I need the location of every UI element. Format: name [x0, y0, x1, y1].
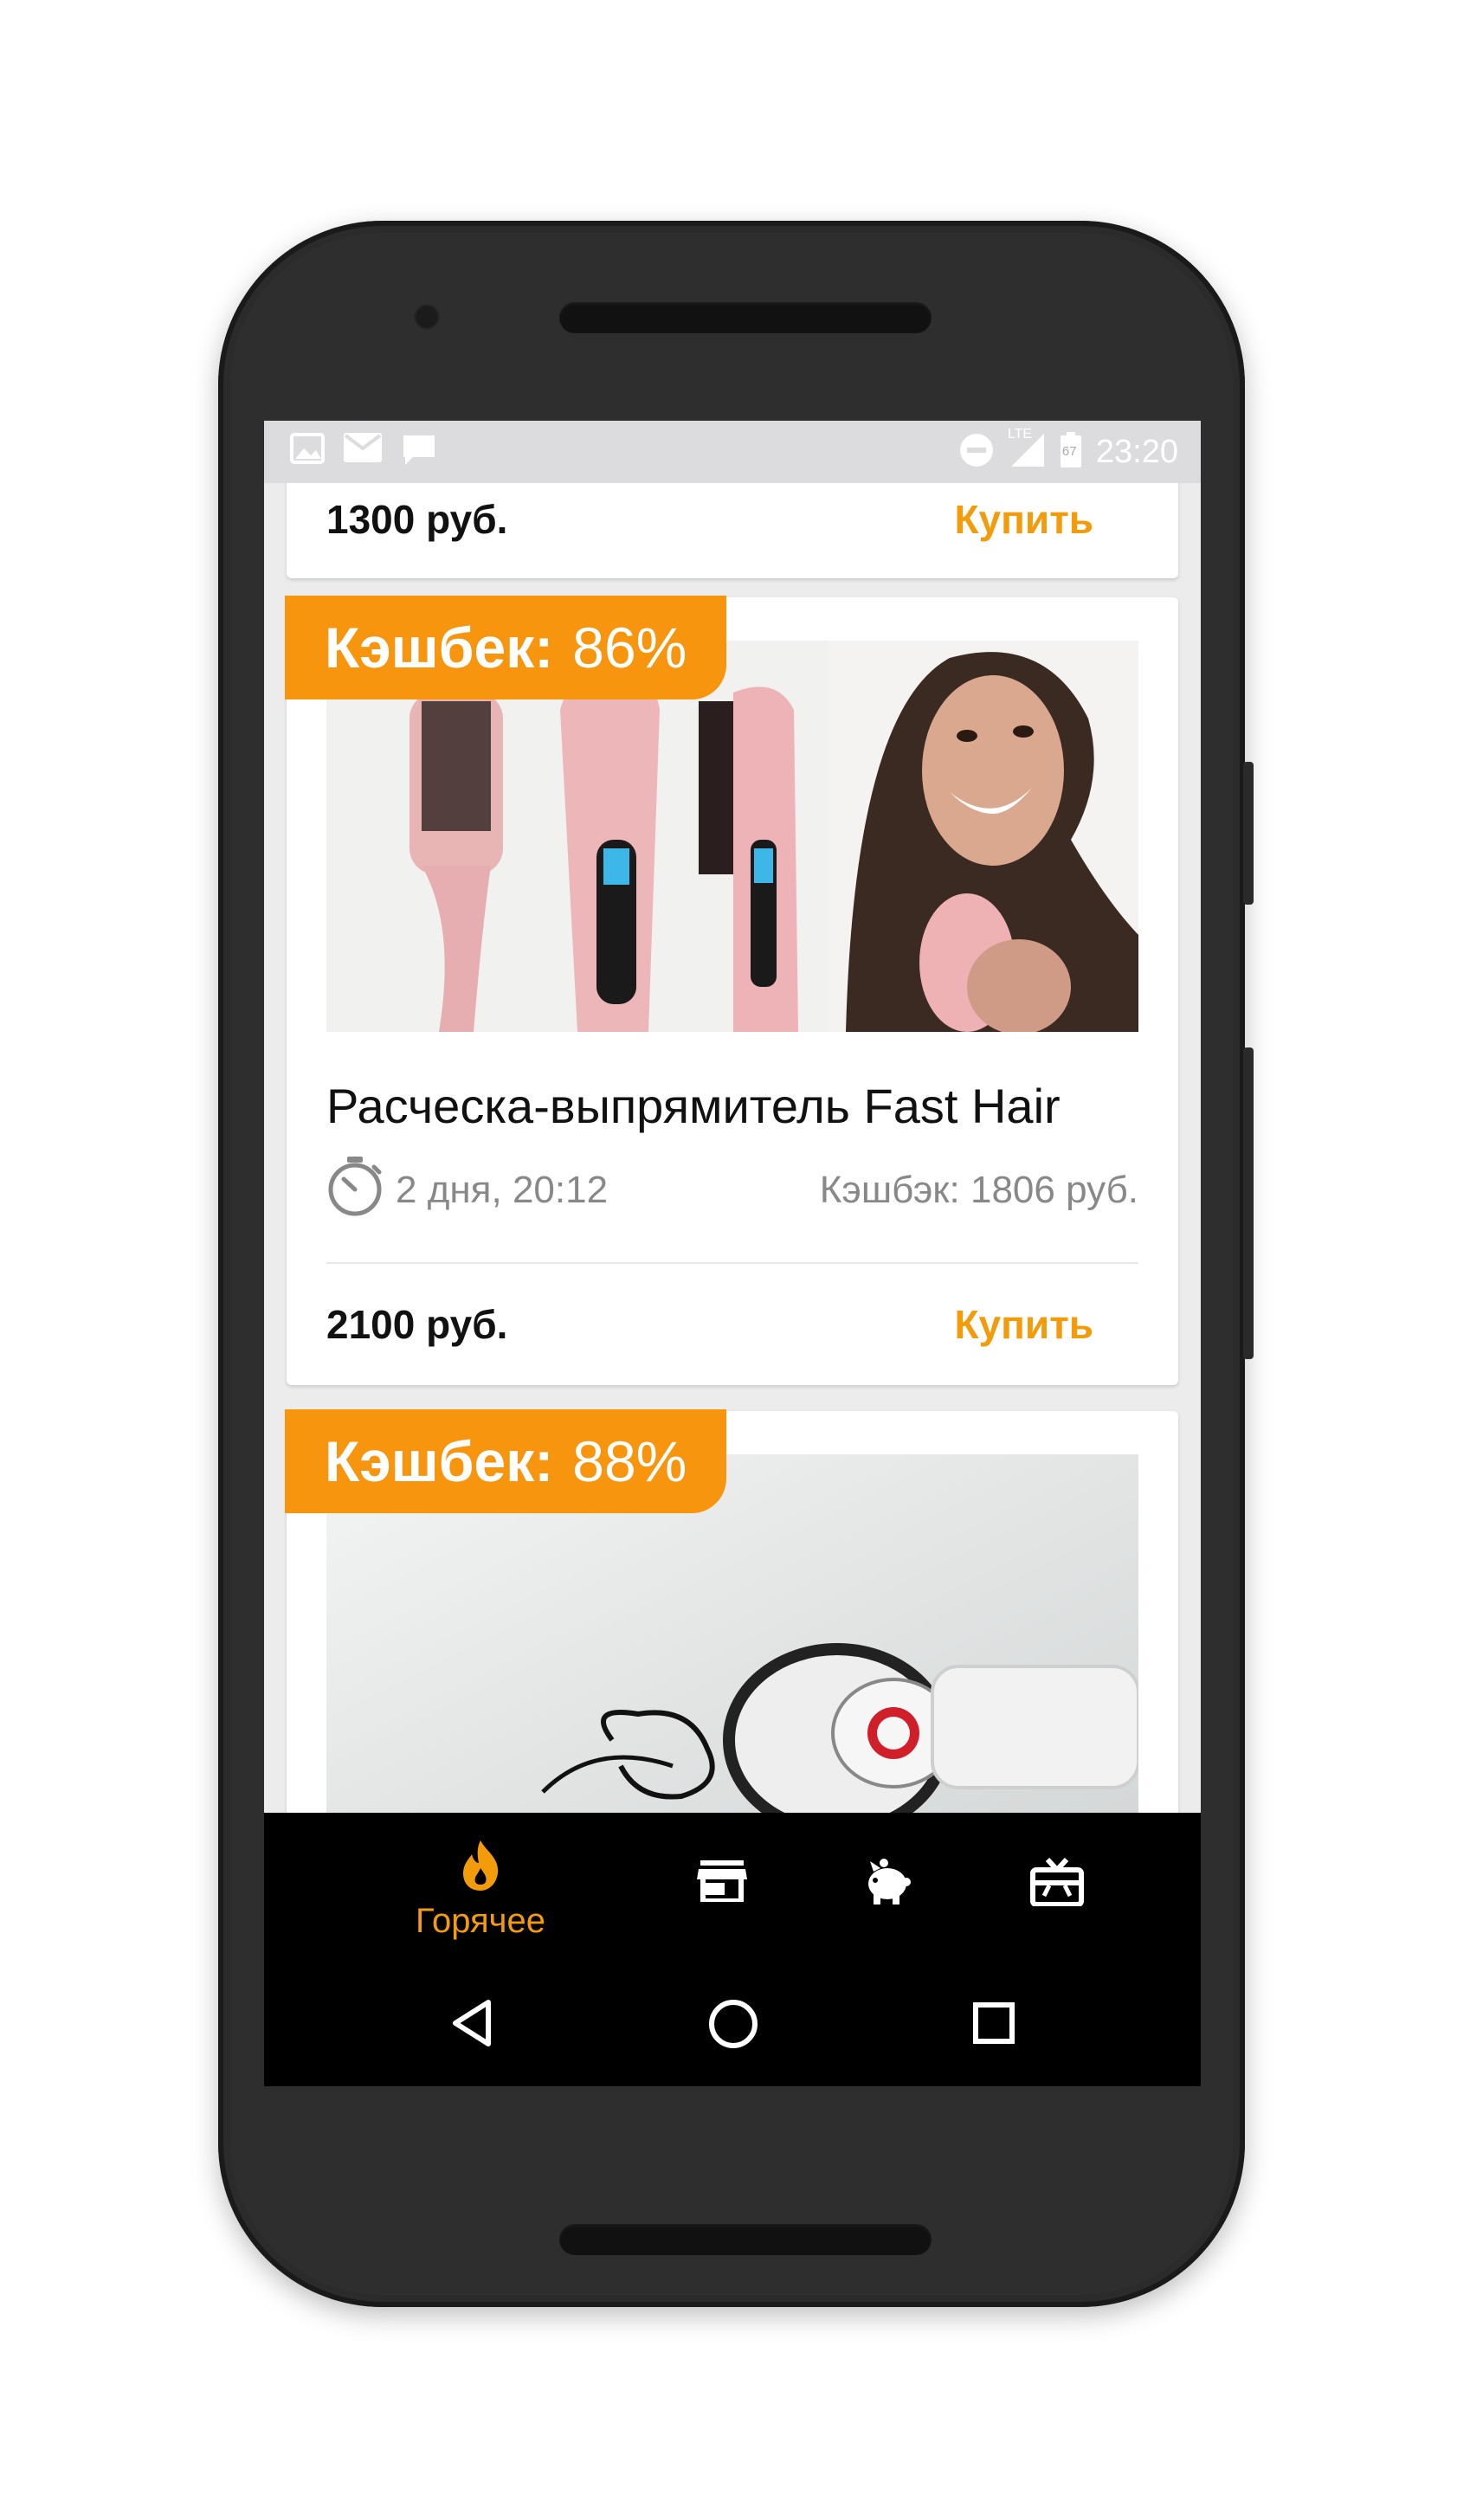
- do-not-disturb-icon: [959, 433, 994, 472]
- nav-item-savings[interactable]: [861, 1858, 912, 1911]
- cashback-badge: Кэшбек: 88%: [285, 1409, 727, 1513]
- offer-card: Кэшбек: 86% Расческа-выпрямитель Fast Ha…: [285, 596, 1178, 1385]
- cashback-percent: 86%: [572, 615, 687, 680]
- piggy-bank-icon: [861, 1858, 912, 1911]
- gift-card-icon: [1030, 1857, 1084, 1911]
- image-notification-icon: [290, 432, 325, 472]
- bottom-speaker: [559, 2224, 932, 2255]
- product-title[interactable]: Расческа-выпрямитель Fast Hair: [326, 1078, 1061, 1134]
- time-left: 2 дня, 20:12: [396, 1169, 609, 1211]
- volume-rocker: [1243, 1047, 1254, 1359]
- screen: LTE 67 23:20 1300 руб. Купить Кэшбек: 86…: [264, 421, 1201, 2086]
- network-type: LTE: [1007, 426, 1033, 441]
- signal-icon: LTE: [1008, 427, 1046, 473]
- battery-icon: 67: [1060, 431, 1082, 473]
- battery-level: 67: [1061, 443, 1077, 459]
- nav-item-hot[interactable]: Горячее: [403, 1839, 558, 1941]
- store-icon: [697, 1860, 747, 1908]
- home-button[interactable]: [708, 1999, 758, 2053]
- cashback-badge: Кэшбек: 86%: [285, 596, 727, 699]
- cashback-label: Кэшбек:: [325, 1429, 554, 1493]
- cashback-amount: Кэшбэк: 1806 руб.: [819, 1169, 1138, 1211]
- cashback-label: Кэшбек:: [325, 615, 554, 680]
- clock: 23:20: [1095, 433, 1178, 470]
- status-bar: LTE 67 23:20: [264, 421, 1201, 483]
- card-divider: [326, 1262, 1138, 1264]
- back-button[interactable]: [450, 1999, 493, 2052]
- offer-card: 1300 руб. Купить: [287, 483, 1178, 578]
- recents-button[interactable]: [972, 2001, 1015, 2049]
- mail-icon: [344, 432, 382, 472]
- offer-card: Кэшбек: 88%: [285, 1409, 1178, 1813]
- stopwatch-icon: [326, 1155, 384, 1227]
- cashback-percent: 88%: [572, 1429, 687, 1493]
- chat-icon: [401, 433, 437, 472]
- buy-button[interactable]: Купить: [954, 1301, 1093, 1348]
- offers-feed[interactable]: 1300 руб. Купить Кэшбек: 86% Расческа-вы…: [264, 483, 1201, 1813]
- nav-item-stores[interactable]: [697, 1860, 747, 1908]
- front-camera: [414, 304, 440, 330]
- nav-label-hot: Горячее: [415, 1902, 546, 1940]
- buy-button[interactable]: Купить: [954, 496, 1093, 543]
- bottom-navigation: Горячее: [264, 1813, 1201, 2086]
- nav-item-gifts[interactable]: [1030, 1857, 1084, 1911]
- power-button: [1243, 762, 1254, 905]
- price: 1300 руб.: [326, 497, 508, 542]
- flame-icon: [460, 1839, 501, 1897]
- price: 2100 руб.: [326, 1302, 508, 1347]
- top-speaker: [559, 302, 932, 333]
